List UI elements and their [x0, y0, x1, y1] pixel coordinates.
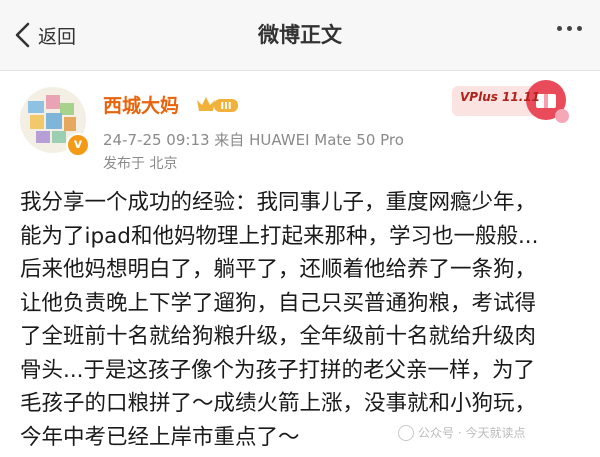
- post-location: 发布于 北京: [103, 156, 178, 172]
- content-line: 后来他妈想明白了，躺平了，还顺着他给养了一条狗，: [20, 257, 537, 282]
- page-title: 微博正文: [258, 23, 342, 47]
- content-line: 能为了ipad和他妈物理上打起来那种，学习也一般般...: [20, 223, 539, 249]
- watermark-text: 公众号 · 今天就读点: [418, 426, 526, 440]
- more-dots-icon[interactable]: [557, 26, 582, 31]
- content-line: 骨头...于是这孩子像个为孩子打拼的老父亲一样，为了: [20, 357, 536, 383]
- watermark-logo-icon: [398, 424, 414, 441]
- username[interactable]: 西城大妈: [103, 91, 179, 118]
- watermark: 公众号 · 今天就读点: [398, 424, 525, 441]
- level-badge-text: III: [220, 101, 231, 112]
- vplus-promo-badge[interactable]: VPlus 11.11: [450, 76, 570, 128]
- post-meta: 24-7-25 09:13 来自 HUAWEI Mate 50 Pro: [103, 131, 404, 149]
- content-line: 我分享一个成功的经验：我同事儿子，重度网瘾少年，: [20, 190, 537, 215]
- content-line: 了全班前十名就给狗粮升级，全年级前十名就给升级肉: [20, 324, 537, 349]
- top-nav-bar: 返回 微博正文: [0, 0, 600, 71]
- verified-v-icon: v: [66, 133, 90, 157]
- post-content: 我分享一个成功的经验：我同事儿子，重度网瘾少年， 能为了ipad和他妈物理上打起…: [20, 186, 580, 454]
- content-line: 让他负责晚上下学了遛狗，自己只买普通狗粮，考试得: [20, 290, 537, 316]
- content-line: 毛孩子的口粮拼了～成绩火箭上涨，没事就和小狗玩，: [20, 391, 537, 416]
- vplus-text: VPlus 11.11: [460, 90, 541, 104]
- crown-level-icon: III: [197, 97, 238, 112]
